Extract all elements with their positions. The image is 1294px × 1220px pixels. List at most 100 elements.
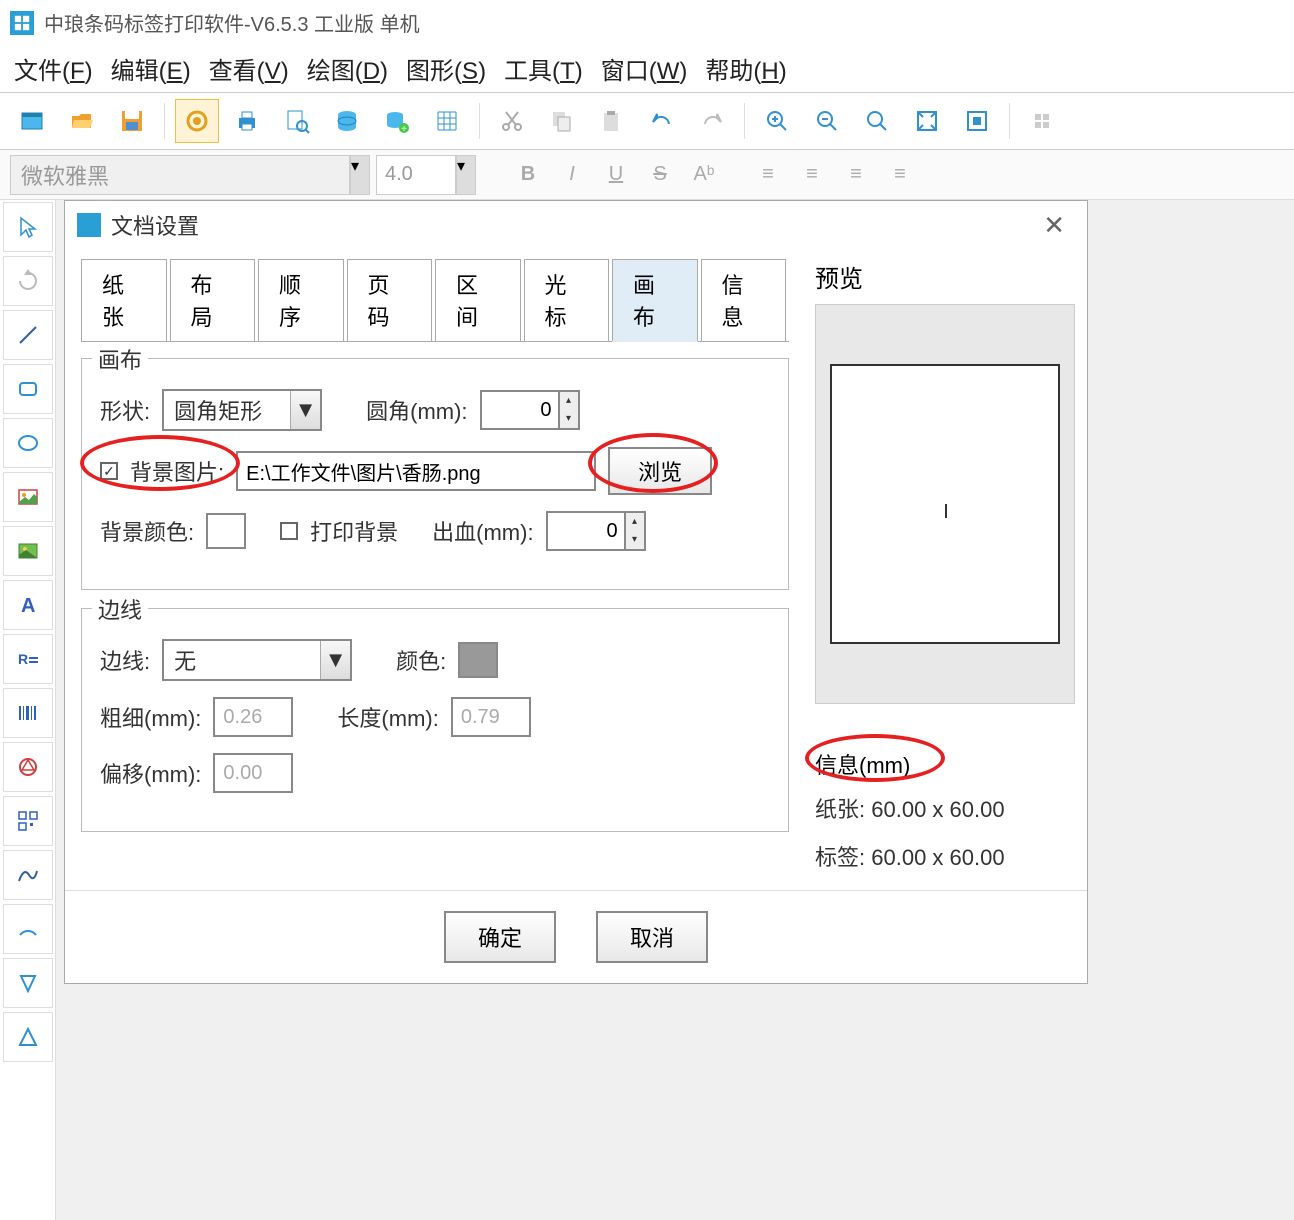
menu-shape[interactable]: 图形(S) [406, 51, 486, 86]
radius-label: 圆角(mm): [366, 394, 467, 426]
image-tool[interactable] [3, 472, 53, 522]
paste-button[interactable] [590, 99, 634, 143]
menu-draw[interactable]: 绘图(D) [307, 51, 388, 86]
bleed-spinner[interactable]: ▴▾ [546, 511, 646, 551]
redo-button[interactable] [690, 99, 734, 143]
bgimg-path-input[interactable] [236, 451, 596, 491]
thick-input[interactable] [213, 697, 293, 737]
menu-tool[interactable]: 工具(T) [504, 51, 583, 86]
chevron-down-icon[interactable]: ▼ [290, 391, 320, 429]
bgimg-checkbox[interactable] [100, 462, 118, 480]
new-doc-button[interactable] [10, 99, 54, 143]
spin-down-icon[interactable]: ▾ [560, 410, 578, 428]
arc-tool[interactable] [3, 904, 53, 954]
cancel-button[interactable]: 取消 [596, 911, 708, 963]
richtext-tool[interactable]: R [3, 634, 53, 684]
printbg-checkbox[interactable] [280, 522, 298, 540]
super-button[interactable]: Aᵇ [682, 157, 726, 193]
font-size-input[interactable] [376, 155, 456, 195]
shape-label: 形状: [100, 394, 150, 426]
curve-tool[interactable] [3, 850, 53, 900]
fit-page-button[interactable] [955, 99, 999, 143]
radius-spinner[interactable]: ▴▾ [480, 390, 580, 430]
preview-button[interactable] [275, 99, 319, 143]
spin-down-icon[interactable]: ▾ [626, 531, 644, 549]
menu-help[interactable]: 帮助(H) [705, 51, 786, 86]
tab-page[interactable]: 页码 [347, 259, 433, 341]
align-right-button[interactable]: ≡ [834, 157, 878, 193]
dialog-icon [77, 213, 101, 237]
align-left-button[interactable]: ≡ [746, 157, 790, 193]
zoom-reset-button[interactable] [855, 99, 899, 143]
pointer-tool[interactable] [3, 202, 53, 252]
preview-box [815, 304, 1075, 704]
info-section: 信息(mm) 纸张: 60.00 x 60.00 标签: 60.00 x 60.… [815, 744, 1075, 880]
spin-up-icon[interactable]: ▴ [560, 392, 578, 410]
border-legend: 边线 [92, 593, 148, 625]
qr-tool[interactable] [3, 796, 53, 846]
bgcolor-picker[interactable] [206, 513, 246, 549]
database-add-button[interactable]: + [375, 99, 419, 143]
copy-button[interactable] [540, 99, 584, 143]
triangle-tool[interactable] [3, 1012, 53, 1062]
shape-combo[interactable]: 圆角矩形 ▼ [162, 389, 322, 431]
barcode-tool[interactable] [3, 688, 53, 738]
polygon-tool[interactable] [3, 958, 53, 1008]
zoom-in-button[interactable] [755, 99, 799, 143]
tab-paper[interactable]: 纸张 [81, 259, 167, 341]
ok-button[interactable]: 确定 [444, 911, 556, 963]
length-input[interactable] [451, 697, 531, 737]
cut-button[interactable] [490, 99, 534, 143]
rect-tool[interactable] [3, 364, 53, 414]
font-dropdown-icon[interactable]: ▾ [350, 155, 370, 195]
browse-button[interactable]: 浏览 [608, 447, 712, 495]
strike-button[interactable]: S [638, 157, 682, 193]
size-dropdown-icon[interactable]: ▾ [456, 155, 476, 195]
chevron-down-icon[interactable]: ▼ [320, 641, 350, 679]
shape-tool[interactable] [3, 742, 53, 792]
ellipse-tool[interactable] [3, 418, 53, 468]
line-tool[interactable] [3, 310, 53, 360]
tab-canvas[interactable]: 画布 [612, 259, 698, 342]
tab-cursor[interactable]: 光标 [524, 259, 610, 341]
settings-button[interactable] [175, 99, 219, 143]
fit-button[interactable] [905, 99, 949, 143]
save-button[interactable] [110, 99, 154, 143]
tab-order[interactable]: 顺序 [258, 259, 344, 341]
menu-window[interactable]: 窗口(W) [601, 51, 688, 86]
rotate-tool[interactable] [3, 256, 53, 306]
close-icon[interactable]: ✕ [1033, 210, 1075, 241]
text-tool[interactable]: A [3, 580, 53, 630]
align-justify-button[interactable]: ≡ [878, 157, 922, 193]
svg-text:+: + [401, 124, 407, 134]
border-color-picker[interactable] [458, 642, 498, 678]
spin-up-icon[interactable]: ▴ [626, 513, 644, 531]
undo-button[interactable] [640, 99, 684, 143]
tab-range[interactable]: 区间 [435, 259, 521, 341]
bold-button[interactable]: B [506, 157, 550, 193]
font-selector[interactable] [10, 155, 350, 195]
align-center-button[interactable]: ≡ [790, 157, 834, 193]
canvas-fieldset: 画布 形状: 圆角矩形 ▼ 圆角(mm): [81, 358, 789, 590]
picture-tool[interactable] [3, 526, 53, 576]
zoom-out-button[interactable] [805, 99, 849, 143]
app-title: 中琅条码标签打印软件-V6.5.3 工业版 单机 [44, 8, 420, 37]
open-button[interactable] [60, 99, 104, 143]
italic-button[interactable]: I [550, 157, 594, 193]
more-button[interactable] [1020, 99, 1064, 143]
underline-button[interactable]: U [594, 157, 638, 193]
menu-view[interactable]: 查看(V) [209, 51, 289, 86]
border-combo[interactable]: 无 ▼ [162, 639, 352, 681]
menu-edit[interactable]: 编辑(E) [111, 51, 191, 86]
dialog-title: 文档设置 [111, 209, 1033, 241]
database-button[interactable] [325, 99, 369, 143]
tab-layout[interactable]: 布局 [170, 259, 256, 341]
print-button[interactable] [225, 99, 269, 143]
info-paper: 纸张: 60.00 x 60.00 [815, 784, 1075, 832]
tab-info[interactable]: 信息 [701, 259, 787, 341]
grid-button[interactable] [425, 99, 469, 143]
main-toolbar: + [0, 93, 1294, 150]
menu-file[interactable]: 文件(F) [14, 51, 93, 86]
offset-input[interactable] [213, 753, 293, 793]
border-fieldset: 边线 边线: 无 ▼ 颜色: [81, 608, 789, 832]
